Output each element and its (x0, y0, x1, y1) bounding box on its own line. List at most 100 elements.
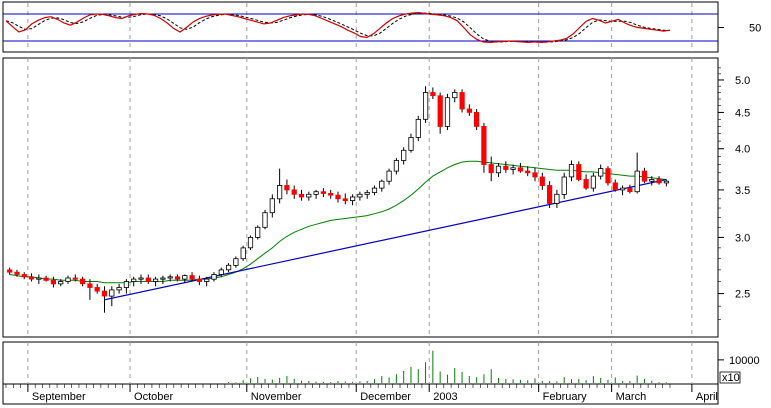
candle-body (269, 198, 275, 214)
candle-body (612, 182, 618, 191)
candle-body (58, 281, 64, 285)
candle-body (167, 276, 173, 279)
candle-body (262, 212, 268, 228)
candle-body (495, 165, 502, 174)
candle-body (28, 276, 35, 280)
date-axis-label: September (32, 391, 86, 403)
date-axis-label: March (616, 391, 647, 403)
candle-body (532, 172, 538, 178)
candle-body (576, 164, 582, 180)
candle-body (255, 226, 261, 238)
candle-body (364, 192, 370, 195)
candle-body (328, 192, 334, 196)
candle-body (437, 95, 443, 127)
candle-body (204, 278, 210, 282)
candle-body (225, 264, 232, 271)
candle-body (160, 277, 166, 280)
candle-body (50, 279, 57, 285)
date-axis-label: December (360, 391, 411, 403)
candle-body (94, 287, 100, 292)
candle-body (218, 269, 224, 275)
candle-body (634, 170, 640, 193)
candle-body (138, 277, 144, 280)
candle-body (349, 196, 356, 201)
candle-body (116, 287, 122, 291)
candle-body (649, 179, 655, 182)
candle-body (123, 281, 129, 288)
date-axis-label: April (696, 391, 718, 403)
candle-body (182, 275, 188, 280)
price-axis-label: 4.5 (735, 107, 750, 119)
candle-body (87, 283, 93, 288)
candle-body (473, 112, 480, 127)
candle-body (568, 164, 575, 178)
candle-body (101, 290, 108, 297)
candle-body (539, 176, 545, 187)
candle-body (401, 149, 407, 161)
candle-body (371, 187, 378, 193)
candle-body (554, 193, 560, 204)
candle-body (459, 92, 465, 110)
oscillator-axis-label: 50 (749, 23, 761, 35)
date-axis-label: October (134, 391, 173, 403)
candle-body (620, 187, 626, 191)
candle-body (152, 278, 159, 282)
candle-body (452, 92, 458, 99)
candle-body (131, 278, 137, 282)
candle-body (379, 180, 385, 189)
candle-body (211, 274, 217, 280)
price-axis-label: 4.0 (735, 144, 750, 156)
candle-body (663, 180, 670, 184)
candle-body (583, 179, 589, 189)
candle-body (590, 175, 597, 189)
candle-body (393, 160, 400, 172)
candle-body (247, 236, 254, 249)
price-axis-label: 3.0 (735, 232, 750, 244)
candle-body (320, 191, 327, 194)
volume-multiplier-label: x10 (722, 372, 740, 384)
candle-body (641, 170, 648, 182)
candle-body (240, 247, 246, 260)
candle-body (656, 179, 662, 184)
candle-body (189, 275, 195, 280)
candle-body (598, 168, 604, 177)
candle-body (488, 164, 494, 174)
price-axis-label: 5.0 (735, 75, 750, 87)
candle-body (525, 170, 531, 174)
candle-body (291, 189, 297, 195)
stock-chart: September October November December 2003 Febr… (0, 0, 771, 408)
candle-body (517, 167, 524, 172)
candle-body (196, 278, 202, 282)
date-axis-label: February (543, 391, 588, 403)
candle-body (313, 191, 319, 195)
chart-background (0, 0, 771, 408)
candle-body (43, 277, 49, 281)
date-axis-label: November (251, 391, 302, 403)
candle-body (510, 167, 516, 170)
candle-body (547, 185, 553, 204)
candle-body (306, 193, 312, 198)
candle-body (72, 277, 78, 280)
candle-body (36, 277, 42, 280)
price-axis-label: 3.5 (735, 185, 750, 197)
candle-body (7, 269, 13, 273)
volume-axis-label: 10000 (729, 355, 760, 367)
candle-body (65, 277, 71, 282)
candle-body (109, 289, 115, 297)
candle-body (422, 92, 429, 120)
candle-body (342, 198, 348, 202)
candle-body (503, 165, 509, 170)
candle-body (357, 193, 363, 198)
candle-body (386, 170, 392, 182)
candle-body (466, 108, 473, 113)
candle-body (430, 92, 436, 97)
date-axis-label: 2003 (433, 391, 457, 403)
candle-body (145, 277, 151, 282)
candle-body (174, 276, 181, 280)
candle-body (284, 185, 290, 191)
candle-body (481, 126, 487, 165)
candle-body (14, 271, 20, 275)
candle-body (298, 193, 305, 198)
candle-body (276, 185, 283, 200)
candle-body (335, 194, 341, 200)
